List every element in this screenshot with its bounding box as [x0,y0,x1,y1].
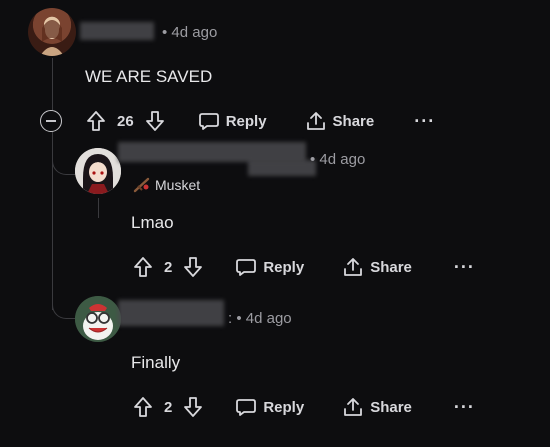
thread-line[interactable] [52,58,53,310]
downvote-button[interactable] [183,256,203,278]
share-label: Share [370,398,412,416]
username-redacted[interactable] [118,300,224,326]
comment-timestamp: • 4d ago [310,151,366,168]
share-icon [306,112,325,130]
minus-icon [46,120,56,122]
reply-label: Reply [263,398,305,416]
comment-timestamp: : • 4d ago [228,310,292,327]
share-label: Share [370,258,412,276]
comment-actions: 2 Reply Share ··· [133,256,475,278]
reply-button[interactable]: Reply [198,110,267,132]
musket-flair-icon [133,177,150,193]
comment-text: Finally [131,353,181,372]
share-button[interactable]: Share [342,396,412,418]
child-thread-line[interactable] [98,198,99,218]
user-flair: Musket [133,177,200,193]
reply-label: Reply [263,258,305,276]
upvote-button[interactable] [133,396,153,418]
thread-connector [52,156,75,175]
avatar[interactable] [28,8,76,56]
downvote-icon [145,111,164,131]
upvote-button[interactable] [86,110,106,132]
collapse-thread-button[interactable] [40,110,62,132]
vote-count: 2 [164,398,173,416]
comment-timestamp: • 4d ago [162,24,218,41]
comment-text: Lmao [131,213,174,232]
upvote-icon [134,397,152,417]
comment-icon [236,399,257,416]
username-redacted [248,160,316,176]
upvote-button[interactable] [133,256,153,278]
more-options-button[interactable]: ··· [454,398,475,416]
thread-connector [52,300,75,319]
reply-button[interactable]: Reply [235,256,304,278]
share-button[interactable]: Share [342,256,412,278]
share-label: Share [332,112,375,130]
more-options-button[interactable]: ··· [454,258,475,276]
share-button[interactable]: Share [305,110,375,132]
vote-count: 26 [117,112,134,130]
avatar[interactable] [75,148,121,194]
comment-text: WE ARE SAVED [85,67,213,86]
avatar[interactable] [75,296,121,342]
upvote-icon [87,111,105,131]
downvote-button[interactable] [183,396,203,418]
username-redacted[interactable] [80,22,154,40]
vote-count: 2 [164,258,173,276]
comment-actions: 26 Reply Share ··· [86,110,435,132]
share-icon [344,258,363,276]
comment-icon [198,113,219,130]
upvote-icon [134,257,152,277]
share-icon [344,398,363,416]
username-redacted[interactable] [118,142,306,162]
more-options-button[interactable]: ··· [414,112,435,130]
comment-icon [236,259,257,276]
reply-button[interactable]: Reply [235,396,304,418]
reply-label: Reply [225,112,267,130]
downvote-button[interactable] [145,110,165,132]
flair-label: Musket [155,177,201,193]
comment-thread: • 4d ago WE ARE SAVED 26 Reply Share ··· [0,0,550,447]
downvote-icon [184,397,203,417]
downvote-icon [184,257,203,277]
comment-actions: 2 Reply Share ··· [133,396,475,418]
